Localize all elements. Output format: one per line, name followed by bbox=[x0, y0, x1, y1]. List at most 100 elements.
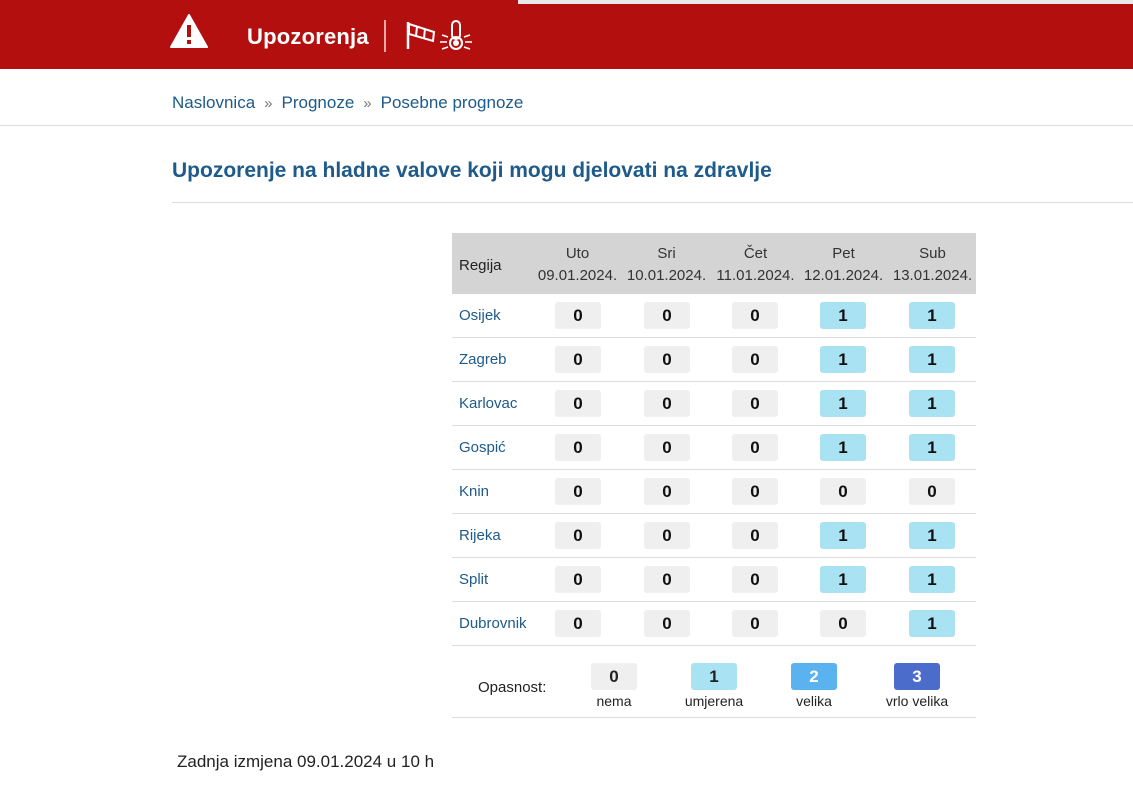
day-name: Sri bbox=[657, 245, 676, 262]
warning-level-cell: 0 bbox=[820, 610, 866, 637]
table-row: Zagreb 0 0 0 1 1 bbox=[452, 338, 976, 382]
warning-level-cell: 0 bbox=[555, 390, 601, 417]
day-date: 12.01.2024. bbox=[803, 267, 884, 284]
warnings-home-link[interactable]: Upozorenja bbox=[247, 24, 369, 50]
day-column-header: Sri 10.01.2024. bbox=[622, 243, 711, 287]
region-link[interactable]: Gospić bbox=[459, 439, 506, 456]
warning-level-cell: 1 bbox=[820, 302, 866, 329]
warning-level-cell: 0 bbox=[644, 478, 690, 505]
warning-level-cell: 0 bbox=[644, 390, 690, 417]
warning-level-cell: 0 bbox=[909, 478, 955, 505]
warning-level-cell: 0 bbox=[732, 434, 778, 461]
legend-level-text: vrlo velika bbox=[885, 693, 949, 709]
day-column-header: Sub 13.01.2024. bbox=[888, 243, 977, 287]
warning-level-cell: 1 bbox=[820, 566, 866, 593]
breadcrumb-link-forecasts[interactable]: Prognoze bbox=[282, 93, 355, 112]
warning-level-cell: 0 bbox=[555, 478, 601, 505]
table-row: Split 0 0 0 1 1 bbox=[452, 558, 976, 602]
warning-level-cell: 0 bbox=[644, 302, 690, 329]
table-row: Rijeka 0 0 0 1 1 bbox=[452, 514, 976, 558]
table-body: Osijek 0 0 0 1 1 Zagreb 0 0 0 1 1 Karlovac 0 0 0 1 1 Gospi… bbox=[452, 294, 976, 646]
region-link[interactable]: Osijek bbox=[459, 307, 501, 324]
warning-level-cell: 0 bbox=[644, 610, 690, 637]
breadcrumb-link-special-forecasts[interactable]: Posebne prognoze bbox=[381, 93, 524, 112]
day-name: Čet bbox=[743, 245, 768, 262]
region-column-header: Regija bbox=[459, 257, 502, 274]
table-row: Knin 0 0 0 0 0 bbox=[452, 470, 976, 514]
day-column-header: Pet 12.01.2024. bbox=[799, 243, 888, 287]
warning-level-cell: 0 bbox=[732, 346, 778, 373]
warning-level-cell: 0 bbox=[644, 434, 690, 461]
warning-level-cell: 1 bbox=[909, 346, 955, 373]
top-header-bar: Upozorenja bbox=[0, 0, 1133, 69]
divider bbox=[172, 202, 1133, 203]
warning-level-cell: 0 bbox=[820, 478, 866, 505]
table-header: Regija Uto 09.01.2024. Sri 10.01.2024. Č… bbox=[452, 233, 976, 294]
region-link[interactable]: Zagreb bbox=[459, 351, 507, 368]
warning-level-cell: 1 bbox=[909, 434, 955, 461]
warning-level-cell: 0 bbox=[644, 566, 690, 593]
warning-level-cell: 1 bbox=[820, 434, 866, 461]
region-link[interactable]: Knin bbox=[459, 483, 489, 500]
legend-label: Opasnost: bbox=[478, 679, 547, 696]
day-column-header: Uto 09.01.2024. bbox=[533, 243, 622, 287]
warning-level-cell: 0 bbox=[555, 434, 601, 461]
region-link[interactable]: Split bbox=[459, 571, 488, 588]
region-link[interactable]: Karlovac bbox=[459, 395, 517, 412]
legend-item: 2 velika bbox=[764, 663, 864, 709]
table-row: Osijek 0 0 0 1 1 bbox=[452, 294, 976, 338]
breadcrumb-separator: » bbox=[363, 95, 372, 112]
legend-level-badge: 2 bbox=[791, 663, 837, 690]
warning-level-cell: 1 bbox=[909, 390, 955, 417]
warning-level-cell: 0 bbox=[555, 522, 601, 549]
breadcrumb-separator: » bbox=[264, 95, 273, 112]
warning-triangle-icon[interactable] bbox=[170, 14, 208, 48]
header-divider bbox=[384, 20, 386, 52]
warnings-table: Regija Uto 09.01.2024. Sri 10.01.2024. Č… bbox=[452, 233, 976, 718]
warning-level-cell: 0 bbox=[732, 302, 778, 329]
warning-level-cell: 0 bbox=[732, 478, 778, 505]
day-name: Sub bbox=[919, 245, 946, 262]
day-date: 13.01.2024. bbox=[892, 267, 973, 284]
legend-level-text: umjerena bbox=[684, 693, 744, 709]
breadcrumb-link-home[interactable]: Naslovnica bbox=[172, 93, 255, 112]
breadcrumb: Naslovnica » Prognoze » Posebne prognoze bbox=[172, 93, 523, 113]
warning-level-cell: 0 bbox=[644, 346, 690, 373]
warning-level-cell: 0 bbox=[732, 390, 778, 417]
day-date: 10.01.2024. bbox=[626, 267, 707, 284]
legend-item: 0 nema bbox=[564, 663, 664, 709]
warning-level-cell: 0 bbox=[732, 610, 778, 637]
day-name: Pet bbox=[832, 245, 855, 262]
windsock-icon[interactable] bbox=[404, 19, 438, 51]
last-modified-text: Zadnja izmjena 09.01.2024 u 10 h bbox=[177, 752, 435, 771]
legend-level-text: velika bbox=[796, 693, 832, 709]
table-row: Dubrovnik 0 0 0 0 1 bbox=[452, 602, 976, 646]
day-column-header: Čet 11.01.2024. bbox=[711, 243, 800, 287]
warning-level-cell: 0 bbox=[555, 346, 601, 373]
day-date: 11.01.2024. bbox=[716, 267, 795, 284]
legend-item: 3 vrlo velika bbox=[867, 663, 967, 709]
warning-level-cell: 0 bbox=[644, 522, 690, 549]
legend-level-badge: 0 bbox=[591, 663, 637, 690]
table-row: Karlovac 0 0 0 1 1 bbox=[452, 382, 976, 426]
warning-level-cell: 1 bbox=[909, 566, 955, 593]
warning-level-cell: 1 bbox=[909, 302, 955, 329]
legend-item: 1 umjerena bbox=[664, 663, 764, 709]
legend-level-badge: 1 bbox=[691, 663, 737, 690]
warning-level-cell: 1 bbox=[909, 610, 955, 637]
warning-level-cell: 0 bbox=[555, 610, 601, 637]
warning-level-cell: 0 bbox=[555, 566, 601, 593]
top-tab-strip bbox=[518, 0, 1133, 4]
thermometer-icon[interactable] bbox=[438, 19, 478, 51]
divider bbox=[0, 125, 1133, 126]
warning-level-cell: 0 bbox=[555, 302, 601, 329]
region-link[interactable]: Rijeka bbox=[459, 527, 501, 544]
region-link[interactable]: Dubrovnik bbox=[459, 615, 527, 632]
legend-level-text: nema bbox=[596, 693, 632, 709]
page-title: Upozorenje na hladne valove koji mogu dj… bbox=[172, 159, 772, 182]
warning-level-cell: 1 bbox=[820, 390, 866, 417]
warning-level-cell: 0 bbox=[732, 522, 778, 549]
warning-level-cell: 1 bbox=[820, 522, 866, 549]
legend-level-badge: 3 bbox=[894, 663, 940, 690]
day-date: 09.01.2024. bbox=[537, 267, 618, 284]
